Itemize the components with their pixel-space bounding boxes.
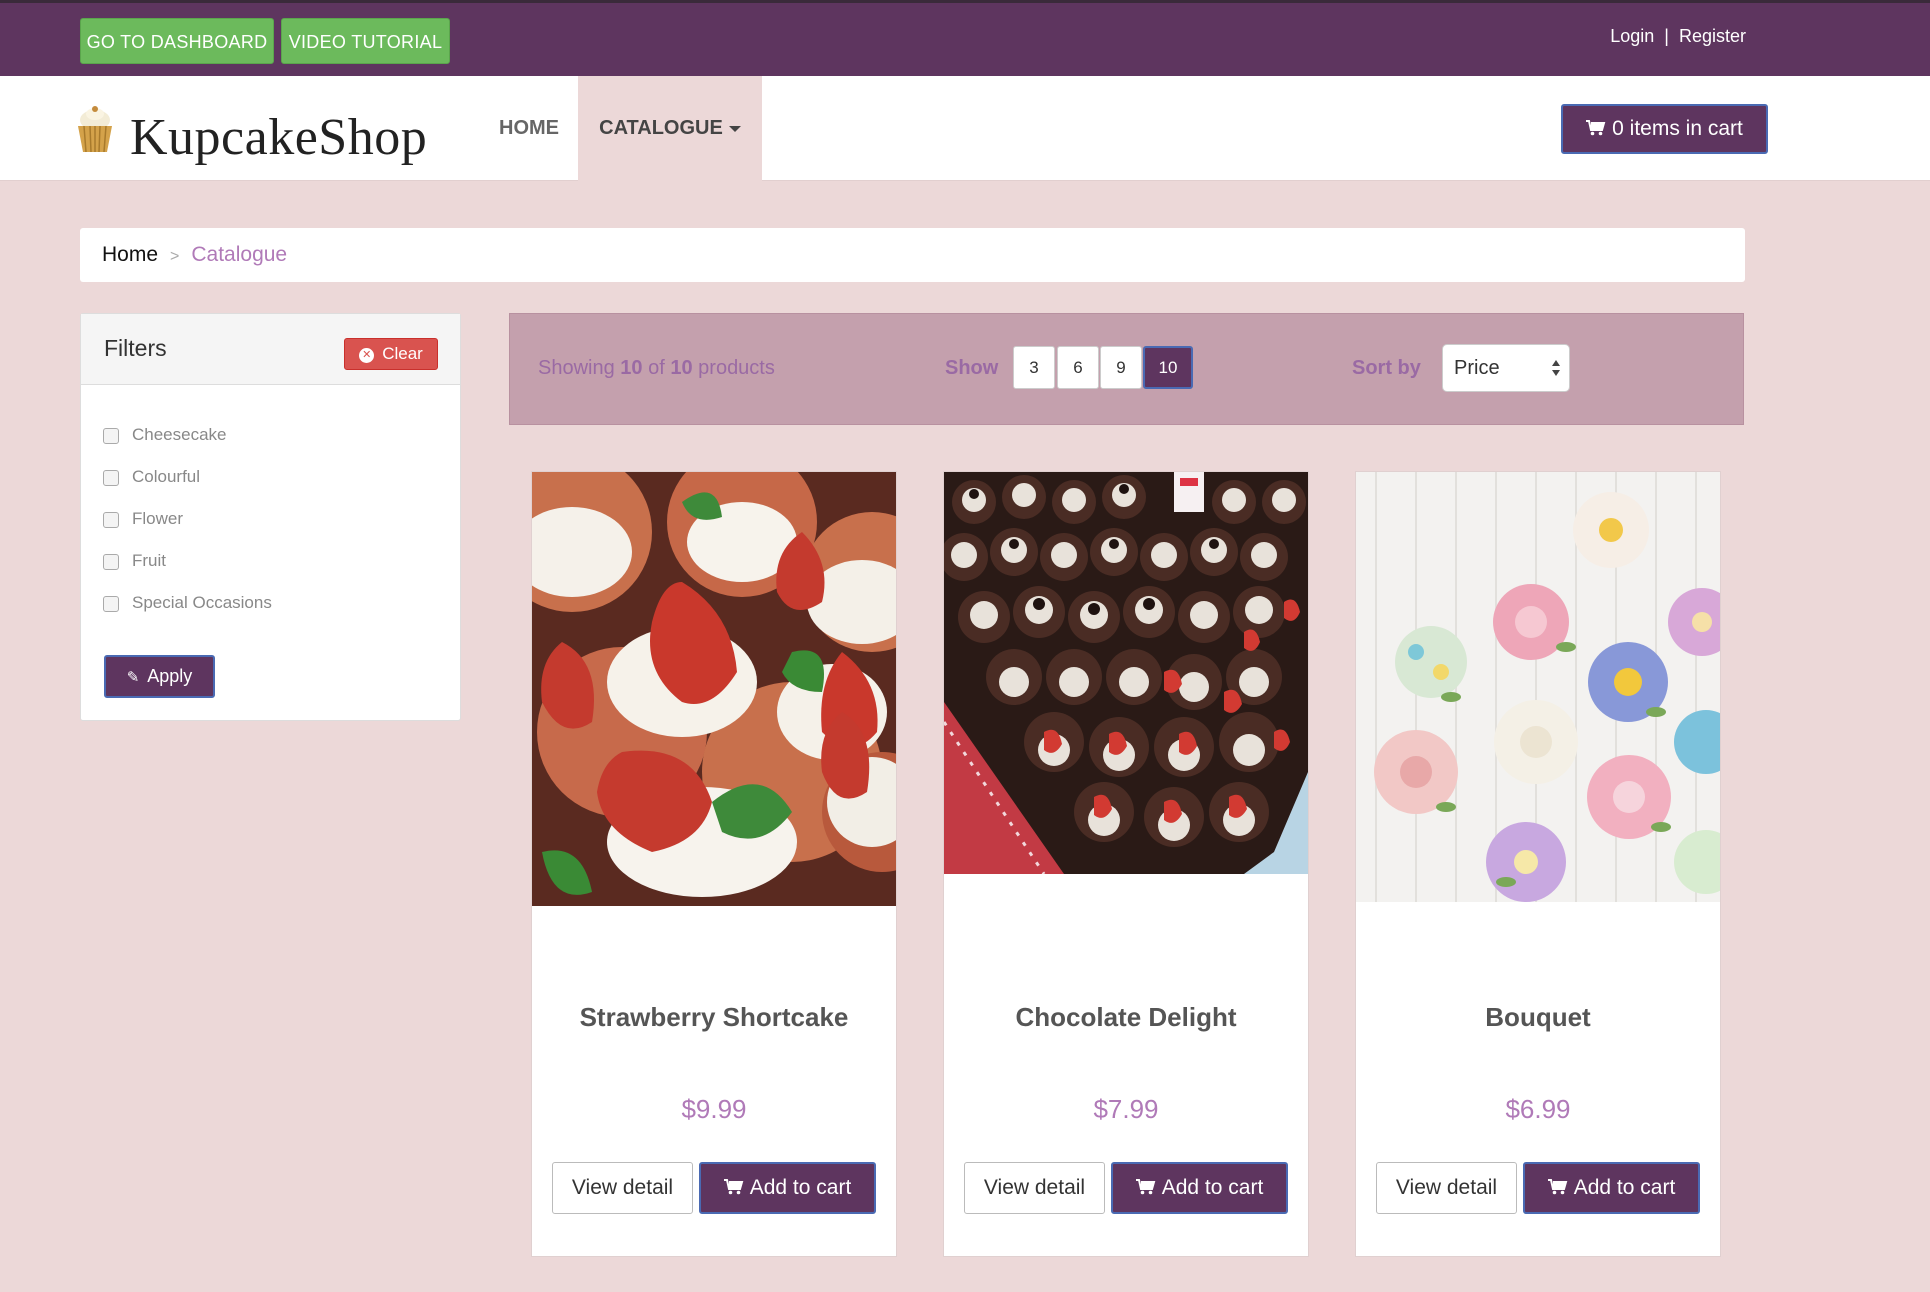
view-detail-button[interactable]: View detail <box>552 1162 693 1214</box>
shopping-cart-icon <box>1135 1179 1156 1195</box>
page-size-9[interactable]: 9 <box>1100 346 1142 389</box>
showing-suffix: products <box>698 357 775 379</box>
select-arrows-icon <box>1552 360 1560 376</box>
cart-button[interactable]: 0 items in cart <box>1561 104 1768 154</box>
filter-label: Fruit <box>132 551 166 570</box>
sort-value: Price <box>1454 357 1500 379</box>
shopping-cart-icon <box>1586 120 1606 136</box>
clear-filters-button[interactable]: ✕ Clear <box>344 338 438 370</box>
add-to-cart-button[interactable]: Add to cart <box>1523 1162 1700 1214</box>
product-price: $9.99 <box>681 1094 747 1124</box>
page-size-6[interactable]: 6 <box>1057 346 1099 389</box>
site-logo[interactable]: KupcakeShop <box>74 106 427 166</box>
cart-count-label: 0 items in cart <box>1612 117 1743 140</box>
pencil-icon: ✎ <box>126 669 140 686</box>
product-price: $6.99 <box>1505 1094 1571 1124</box>
add-to-cart-button[interactable]: Add to cart <box>1111 1162 1288 1214</box>
product-price: $7.99 <box>1093 1094 1159 1124</box>
auth-separator: | <box>1664 26 1669 46</box>
product-name[interactable]: Bouquet <box>1356 1002 1720 1033</box>
product-card: Strawberry Shortcake $9.99 View detail A… <box>531 471 897 1257</box>
product-name[interactable]: Chocolate Delight <box>944 1002 1308 1033</box>
main-header: KupcakeShop HOME CATALOGUE 0 items in ca… <box>0 76 1930 181</box>
product-image[interactable] <box>532 472 896 906</box>
clear-label: Clear <box>382 344 423 363</box>
filters-panel: Filters ✕ Clear Cheesecake Colourful Flow… <box>80 313 461 721</box>
product-card: Chocolate Delight $7.99 View detail Add … <box>943 471 1309 1257</box>
auth-links: Login | Register <box>1610 26 1746 47</box>
add-to-cart-label: Add to cart <box>1573 1176 1676 1199</box>
chevron-down-icon <box>728 125 741 132</box>
register-link[interactable]: Register <box>1679 26 1746 47</box>
shopping-cart-icon <box>723 1179 744 1195</box>
filters-header: Filters ✕ Clear <box>81 314 460 385</box>
breadcrumb-home[interactable]: Home <box>102 243 158 266</box>
page-size-10-selected[interactable]: 10 <box>1143 346 1193 389</box>
filter-checkbox[interactable] <box>103 470 119 486</box>
sort-label: Sort by <box>1352 357 1421 379</box>
shopping-cart-icon <box>1547 1179 1568 1195</box>
showing-total: 10 <box>670 357 693 379</box>
product-image[interactable] <box>1356 472 1720 902</box>
add-to-cart-label: Add to cart <box>1161 1176 1264 1199</box>
breadcrumb-current: Catalogue <box>191 243 288 266</box>
product-card: Bouquet $6.99 View detail Add to cart <box>1355 471 1721 1257</box>
top-bar: GO TO DASHBOARD VIDEO TUTORIAL Login | Reg… <box>0 0 1930 76</box>
nav-home[interactable]: HOME <box>480 76 578 181</box>
video-tutorial-button[interactable]: VIDEO TUTORIAL <box>281 18 450 64</box>
product-name[interactable]: Strawberry Shortcake <box>532 1002 896 1033</box>
catalogue-toolbar: Showing 10 of 10 products Show 3 6 9 10 … <box>509 313 1744 425</box>
view-detail-button[interactable]: View detail <box>1376 1162 1517 1214</box>
filter-label: Special Occasions <box>132 593 272 612</box>
sort-select[interactable]: Price <box>1442 344 1570 392</box>
view-detail-button[interactable]: View detail <box>964 1162 1105 1214</box>
show-label: Show <box>945 357 999 379</box>
nav-catalogue-label: CATALOGUE <box>599 117 723 139</box>
chocolate-cupcakes-image <box>944 472 1308 874</box>
showing-prefix: Showing <box>538 357 615 379</box>
filter-label: Cheesecake <box>132 425 227 444</box>
page-size-3[interactable]: 3 <box>1013 346 1055 389</box>
product-image[interactable] <box>944 472 1308 874</box>
filter-checkbox[interactable] <box>103 596 119 612</box>
nav-catalogue[interactable]: CATALOGUE <box>578 76 762 181</box>
cupcake-icon <box>78 106 112 153</box>
showing-summary: Showing 10 of 10 products <box>538 357 775 380</box>
filters-title: Filters <box>104 335 167 361</box>
add-to-cart-button[interactable]: Add to cart <box>699 1162 876 1214</box>
filter-checkbox[interactable] <box>103 428 119 444</box>
flower-cupcakes-image <box>1356 472 1720 902</box>
close-circle-icon: ✕ <box>359 348 375 363</box>
filter-checkbox[interactable] <box>103 554 119 570</box>
login-link[interactable]: Login <box>1610 26 1654 47</box>
breadcrumb: Home > Catalogue <box>80 228 1745 282</box>
breadcrumb-separator: > <box>170 248 180 265</box>
filter-label: Flower <box>132 509 184 528</box>
go-to-dashboard-button[interactable]: GO TO DASHBOARD <box>80 18 274 64</box>
logo-text: KupcakeShop <box>130 109 428 166</box>
showing-count: 10 <box>620 357 643 379</box>
apply-filters-button[interactable]: ✎ Apply <box>104 655 215 698</box>
add-to-cart-label: Add to cart <box>749 1176 852 1199</box>
filter-label: Colourful <box>132 467 201 486</box>
apply-label: Apply <box>147 666 193 686</box>
showing-of: of <box>648 357 665 379</box>
strawberry-cupcakes-image <box>532 472 896 906</box>
filter-checkbox[interactable] <box>103 512 119 528</box>
